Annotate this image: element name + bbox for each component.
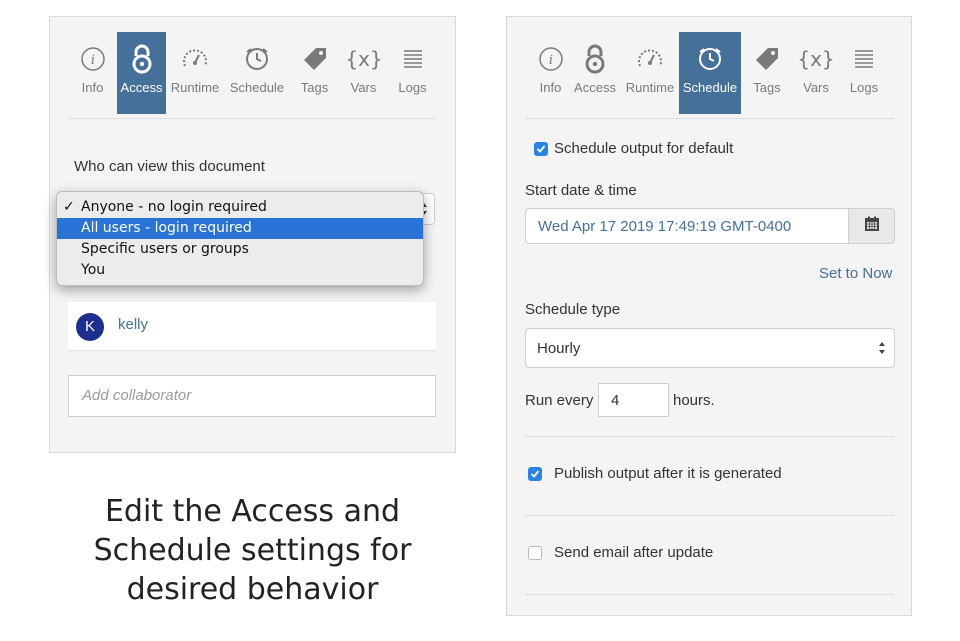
lock-icon	[584, 40, 606, 78]
collaborator-row: K kelly	[68, 302, 436, 351]
tab-info[interactable]: i Info	[68, 32, 117, 114]
tag-icon	[754, 40, 780, 78]
tab-info[interactable]: i Info	[532, 32, 569, 114]
tab-tags[interactable]: Tags	[741, 32, 793, 114]
lines-icon	[402, 40, 424, 78]
lines-icon	[853, 40, 875, 78]
publish-output-checkbox[interactable]	[528, 467, 542, 481]
option-label: All users - login required	[81, 220, 252, 236]
tab-label: Runtime	[170, 80, 220, 95]
divider	[525, 515, 895, 516]
braces-icon: {x}	[799, 40, 833, 78]
info-icon: i	[80, 40, 106, 78]
schedule-panel: i Info Access Runtime Schedule Tags {x} …	[506, 16, 912, 616]
tab-label: Schedule	[229, 80, 285, 95]
schedule-type-select[interactable]: Hourly	[525, 328, 895, 368]
tab-label: Tags	[300, 80, 329, 95]
checkmark-icon: ✓	[63, 199, 75, 215]
schedule-type-value: Hourly	[537, 340, 581, 357]
tab-label: Schedule	[682, 80, 738, 95]
tab-label: Logs	[398, 80, 427, 95]
option-label: Specific users or groups	[81, 241, 249, 257]
run-every-unit: hours.	[673, 392, 715, 409]
access-panel: i Info Access Runtime Schedule Tags {x} …	[49, 16, 456, 453]
svg-text:i: i	[90, 53, 94, 68]
send-email-label: Send email after update	[554, 544, 714, 561]
send-email-checkbox[interactable]	[528, 546, 542, 560]
tab-label: Runtime	[625, 80, 675, 95]
tab-label: Info	[539, 80, 562, 95]
info-icon: i	[538, 40, 564, 78]
tab-label: Access	[574, 80, 616, 95]
run-every-input[interactable]: 4	[598, 383, 669, 417]
tab-runtime[interactable]: Runtime	[166, 32, 224, 114]
publish-output-label: Publish output after it is generated	[554, 465, 782, 482]
tab-label: Vars	[350, 80, 377, 95]
avatar: K	[76, 313, 104, 341]
left-tab-bar: i Info Access Runtime Schedule Tags {x} …	[68, 32, 437, 114]
braces-icon: {x}	[347, 40, 381, 78]
tab-tags[interactable]: Tags	[290, 32, 339, 114]
calendar-icon	[864, 216, 880, 237]
tab-label: Access	[120, 80, 163, 95]
add-collaborator-input[interactable]: Add collaborator	[68, 375, 436, 417]
who-can-view-label: Who can view this document	[74, 158, 265, 175]
tab-logs[interactable]: Logs	[839, 32, 889, 114]
select-arrows-icon	[878, 341, 886, 359]
tab-access[interactable]: Access	[569, 32, 621, 114]
right-tab-bar: i Info Access Runtime Schedule Tags {x} …	[532, 32, 889, 114]
tab-schedule[interactable]: Schedule	[679, 32, 741, 114]
visibility-dropdown-menu: ✓ Anyone - no login required All users -…	[56, 191, 424, 286]
tab-vars[interactable]: {x} Vars	[339, 32, 388, 114]
option-you[interactable]: You	[57, 260, 423, 281]
option-label: You	[81, 262, 106, 278]
set-to-now-link[interactable]: Set to Now	[819, 265, 892, 282]
tab-vars[interactable]: {x} Vars	[793, 32, 839, 114]
clock-icon	[244, 40, 270, 78]
schedule-output-checkbox[interactable]	[534, 142, 548, 156]
schedule-type-label: Schedule type	[525, 301, 621, 318]
run-every-value: 4	[611, 392, 620, 409]
divider	[525, 118, 895, 119]
tab-schedule[interactable]: Schedule	[224, 32, 290, 114]
tag-icon	[302, 40, 328, 78]
start-date-value: Wed Apr 17 2019 17:49:19 GMT-0400	[538, 218, 792, 235]
add-collaborator-placeholder: Add collaborator	[82, 387, 192, 404]
tab-label: Vars	[803, 80, 829, 95]
collaborator-name[interactable]: kelly	[118, 316, 148, 333]
tab-access[interactable]: Access	[117, 32, 166, 114]
svg-text:{x}: {x}	[799, 47, 833, 71]
divider	[525, 594, 895, 595]
divider	[68, 118, 436, 119]
tab-label: Tags	[753, 80, 781, 95]
schedule-output-label: Schedule output for default	[554, 140, 734, 157]
gauge-icon	[181, 40, 209, 78]
calendar-button[interactable]	[848, 208, 895, 244]
tab-runtime[interactable]: Runtime	[621, 32, 679, 114]
svg-text:i: i	[548, 53, 552, 68]
lock-icon	[131, 40, 153, 78]
tab-label: Info	[81, 80, 104, 95]
tab-logs[interactable]: Logs	[388, 32, 437, 114]
run-every-label: Run every	[525, 392, 594, 409]
option-anyone[interactable]: ✓ Anyone - no login required	[57, 197, 423, 218]
divider	[525, 436, 895, 437]
start-date-input[interactable]: Wed Apr 17 2019 17:49:19 GMT-0400	[525, 208, 849, 244]
caption-text: Edit the Access and Schedule settings fo…	[93, 494, 412, 607]
tab-label: Logs	[849, 80, 879, 95]
svg-text:{x}: {x}	[347, 47, 381, 71]
clock-icon	[697, 40, 723, 78]
gauge-icon	[636, 40, 664, 78]
option-specific-users[interactable]: Specific users or groups	[57, 239, 423, 260]
option-label: Anyone - no login required	[81, 199, 267, 215]
start-date-label: Start date & time	[525, 182, 637, 199]
option-all-users[interactable]: All users - login required	[57, 218, 423, 239]
